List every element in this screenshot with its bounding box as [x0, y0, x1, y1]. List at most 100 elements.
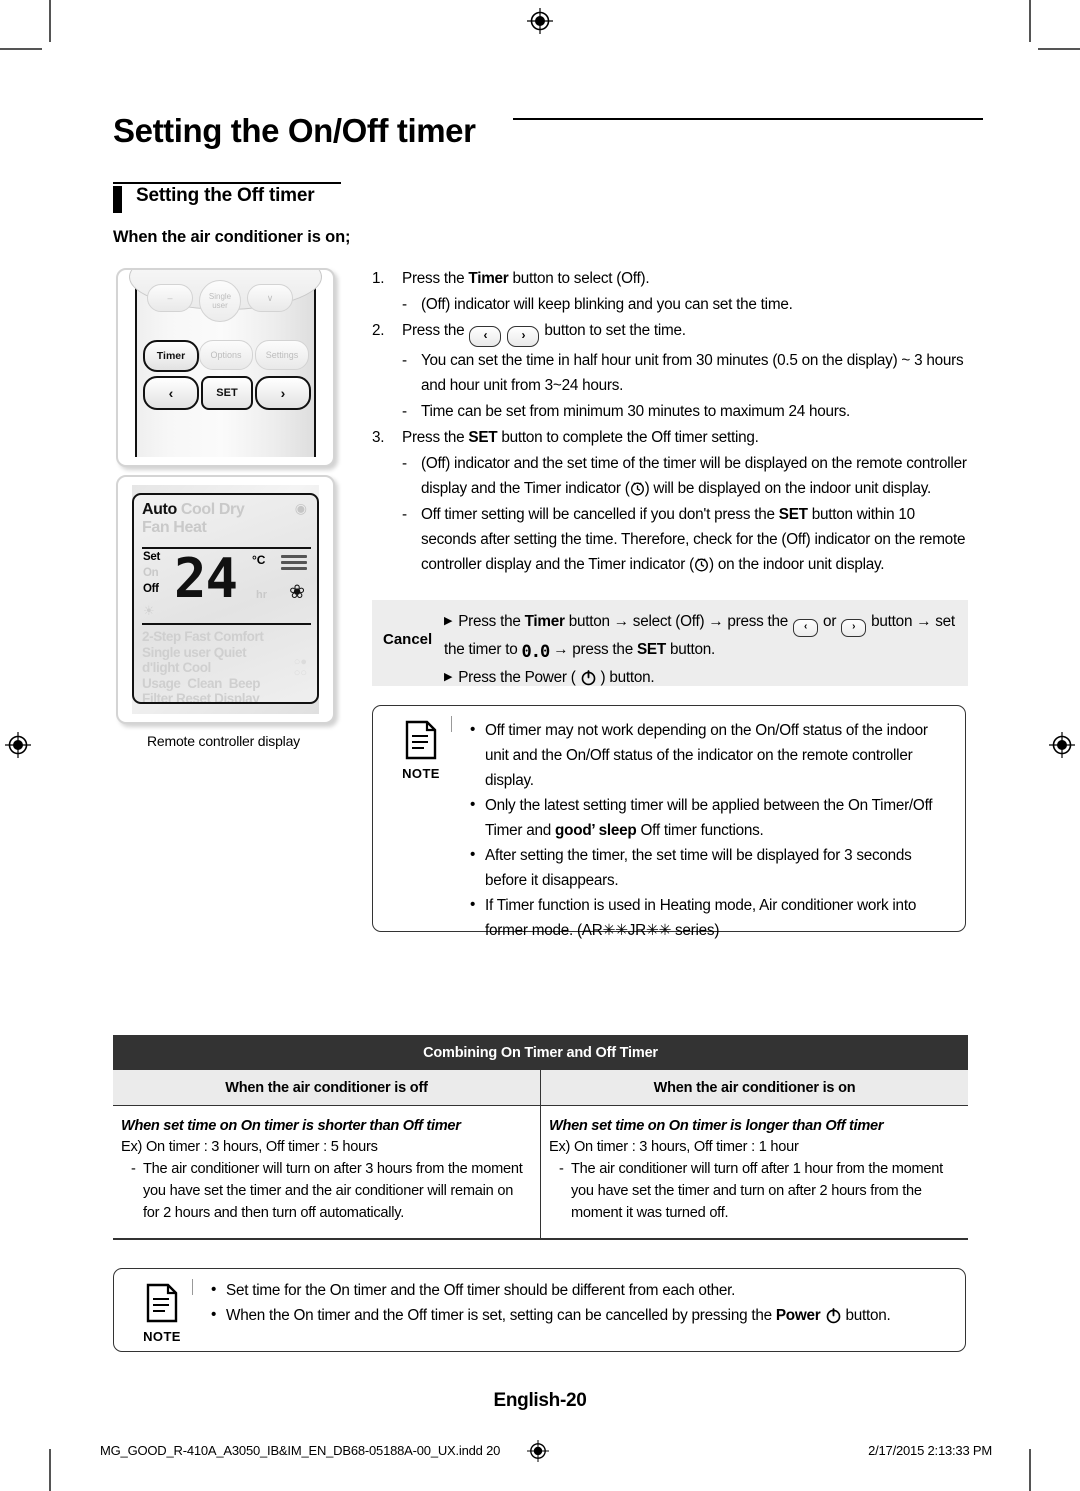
crop-mark-bottom-right-v — [1029, 1449, 1031, 1491]
title-rule — [513, 118, 983, 120]
note-item-text: After setting the timer, the set time wi… — [485, 847, 912, 889]
subitem-text: You can set the time in half hour unit f… — [421, 352, 964, 394]
bullet-icon: • — [211, 1281, 217, 1298]
note-item: • Off timer may not work depending on the… — [468, 718, 951, 793]
remote-settings-button[interactable]: Settings — [255, 340, 309, 370]
cancel-line-2-text: Press the Power ( ) button. — [458, 669, 655, 686]
crop-mark-bottom-left-v — [49, 1449, 51, 1491]
wifi-icon: ◉ — [294, 500, 307, 516]
remote-options-button[interactable]: Options — [199, 340, 253, 370]
note-item: • After setting the timer, the set time w… — [468, 843, 951, 893]
section-rule — [113, 182, 341, 184]
remote-down-button: ∨ — [247, 284, 293, 312]
lcd-options-row2: Single user Quiet — [142, 645, 311, 661]
bullet-icon: • — [470, 846, 476, 863]
registration-mark-left — [5, 732, 31, 758]
remote-single-user-label: Single user — [208, 292, 232, 310]
note-item-text: Only the latest setting timer will be ap… — [485, 797, 933, 839]
cancel-line-1-text: Press the Timer button → select (Off) → … — [444, 613, 955, 662]
dash-bullet: - — [402, 506, 407, 523]
note-item: • Set time for the On timer and the Off t… — [209, 1278, 951, 1303]
document-icon — [146, 1283, 178, 1323]
remote-left-button[interactable]: ‹ — [143, 376, 199, 410]
subitem-text: Off timer setting will be cancelled if y… — [421, 506, 966, 573]
crop-mark-top-right-h — [1038, 48, 1080, 50]
step-text: Press the Timer button to select (Off). — [402, 270, 650, 287]
lcd-mode-heat: Heat — [173, 519, 207, 536]
remote-set-button[interactable]: SET — [201, 376, 253, 410]
cancel-line-2: ▶ Press the Power ( ) button. — [444, 665, 960, 690]
table-column-header-on: When the air conditioner is on — [653, 1080, 856, 1096]
instruction-subitem: - (Off) indicator and the set time of the… — [372, 451, 968, 501]
cancel-line-1: ▶ Press the Timer button → select (Off) →… — [444, 609, 960, 665]
lcd-opt-clean: Clean — [187, 675, 222, 691]
dlight-sun-icon: ☀ — [143, 603, 155, 618]
table-cell-detail-text: The air conditioner will turn off after … — [571, 1161, 943, 1221]
cancel-label: Cancel — [383, 631, 433, 648]
lcd-mode-row: Auto Cool Dry Fan Heat — [142, 501, 311, 537]
dash-bullet: - — [559, 1161, 564, 1177]
step-number: 2. — [372, 322, 385, 339]
remote-controller-buttons-image: – Single user ∨ Timer Options Settings ‹… — [116, 268, 335, 467]
remote-controller-display-image: Auto Cool Dry Fan Heat ◉ Set On Off ☀ 24… — [116, 475, 335, 724]
subitem-text: Time can be set from minimum 30 minutes … — [421, 403, 851, 420]
table-cell-example: Ex) On timer : 3 hours, Off timer : 1 ho… — [549, 1139, 799, 1155]
instruction-subitem: - Time can be set from minimum 30 minutes… — [372, 399, 968, 424]
section-heading: Setting the Off timer — [136, 185, 315, 206]
lcd-on-label: On — [143, 567, 159, 579]
note-box-bottom: NOTE • Set time for the On timer and the … — [113, 1268, 966, 1352]
cancel-body: ▶ Press the Timer button → select (Off) →… — [444, 609, 960, 690]
note-item-text: Off timer may not work depending on the … — [485, 722, 928, 789]
table-row: When set time on On timer is shorter tha… — [113, 1106, 968, 1240]
registration-mark-top — [527, 8, 553, 34]
footer-timestamp: 2/17/2015 2:13:33 PM — [868, 1443, 992, 1458]
instruction-step: 3. Press the SET button to complete the O… — [372, 425, 968, 450]
lcd-divider-bottom — [142, 623, 311, 625]
instruction-subitem: - You can set the time in half hour unit … — [372, 348, 968, 398]
document-icon — [405, 720, 437, 760]
note-body-bottom: • Set time for the On timer and the Off t… — [209, 1278, 951, 1328]
lcd-mode-dry: Dry — [218, 501, 245, 518]
table-cell-heading: When set time on On timer is longer than… — [549, 1118, 884, 1134]
lcd-off-label: Off — [143, 583, 159, 595]
note-item-text: When the On timer and the Off timer is s… — [226, 1307, 891, 1324]
manual-page: Setting the On/Off timer Setting the Off… — [0, 0, 1080, 1491]
note-body-top: • Off timer may not work depending on the… — [468, 718, 951, 943]
dash-bullet: - — [402, 455, 407, 472]
lcd-opt-2step: 2-Step — [142, 629, 181, 644]
step-text: Press the SET button to complete the Off… — [402, 429, 759, 446]
lcd-timer-value: 24 — [174, 547, 238, 610]
power-icon — [826, 1308, 840, 1324]
lcd-opt-quiet: Quiet — [213, 644, 247, 660]
crop-mark-top-right-v — [1029, 0, 1031, 42]
lcd-mode-cool: Cool — [180, 501, 215, 518]
lcd-options-block: 2-Step Fast Comfort Single user Quiet d'… — [142, 629, 311, 704]
registration-mark-footer — [527, 1440, 549, 1462]
remote-single-user-button: Single user — [199, 280, 241, 322]
dash-bullet: - — [131, 1161, 136, 1177]
lcd-opt-single-user: Single user — [142, 644, 211, 660]
lcd-mode-line1: Auto Cool Dry — [142, 501, 311, 519]
dash-bullet: - — [402, 403, 407, 420]
instruction-step: 1. Press the Timer button to select (Off)… — [372, 266, 968, 291]
triangle-bullet-icon: ▶ — [444, 615, 453, 627]
table-column-headers: When the air conditioner is off When the… — [113, 1070, 968, 1106]
note-divider — [451, 716, 453, 732]
instruction-subitem: - (Off) indicator will keep blinking and … — [372, 292, 968, 317]
note-label: NOTE — [143, 1329, 181, 1344]
subitem-text: (Off) indicator and the set time of the … — [421, 455, 967, 497]
remote-timer-button[interactable]: Timer — [143, 340, 199, 372]
remote-right-button[interactable]: › — [255, 376, 311, 410]
step-number: 1. — [372, 270, 385, 287]
lcd-opt-display: Display — [214, 691, 260, 704]
lcd-options-row1: 2-Step Fast Comfort — [142, 629, 311, 645]
instruction-step: 2. Press the ‹ › button to set the time. — [372, 318, 968, 347]
page-number: English-20 — [493, 1390, 587, 1411]
step-number: 3. — [372, 429, 385, 446]
page-title-block: Setting the On/Off timer — [113, 108, 983, 170]
clock-icon — [695, 558, 708, 572]
note-label: NOTE — [402, 766, 440, 781]
bullet-icon: • — [470, 721, 476, 738]
lcd-options-row5: Filter Reset Display — [142, 691, 311, 704]
note-item: • When the On timer and the Off timer is … — [209, 1303, 951, 1328]
